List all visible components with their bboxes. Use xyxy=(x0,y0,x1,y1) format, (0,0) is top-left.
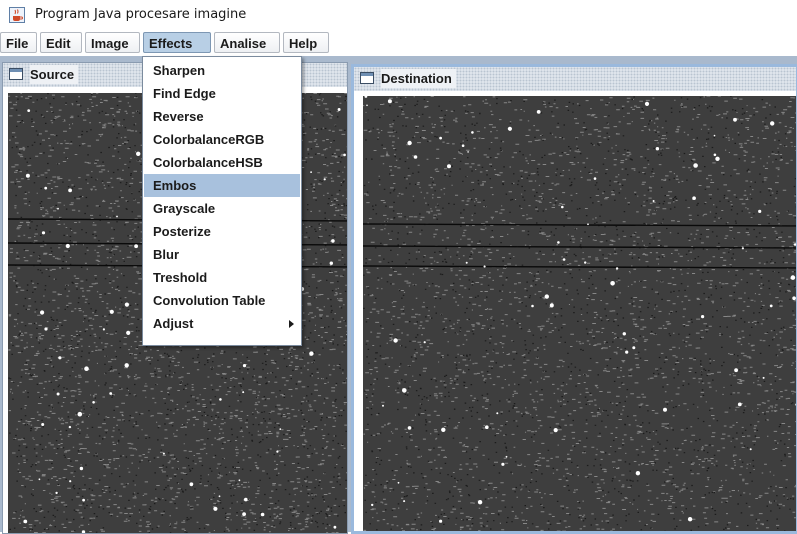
java-cup-icon xyxy=(9,7,25,23)
menu-bar: File Edit Image Effects Analise Help xyxy=(0,30,797,56)
menu-effects[interactable]: Effects xyxy=(143,32,211,53)
menu-item-colorbalance-hsb[interactable]: ColorbalanceHSB xyxy=(144,151,300,174)
destination-image-area xyxy=(354,91,796,531)
menu-item-grayscale[interactable]: Grayscale xyxy=(144,197,300,220)
window-icon xyxy=(360,72,374,84)
destination-frame-title-bar[interactable]: Destination xyxy=(354,67,796,91)
window-icon xyxy=(9,68,23,80)
menu-item-blur[interactable]: Blur xyxy=(144,243,300,266)
destination-frame[interactable]: Destination xyxy=(351,64,797,534)
title-bar: Program Java procesare imagine xyxy=(0,0,797,30)
menu-edit[interactable]: Edit xyxy=(40,32,82,53)
menu-item-treshold[interactable]: Treshold xyxy=(144,266,300,289)
menu-item-adjust-label: Adjust xyxy=(153,316,194,331)
menu-item-find-edge[interactable]: Find Edge xyxy=(144,82,300,105)
source-frame-title: Source xyxy=(30,65,79,84)
menu-item-colorbalance-rgb[interactable]: ColorbalanceRGB xyxy=(144,128,300,151)
effects-menu: Sharpen Find Edge Reverse ColorbalanceRG… xyxy=(142,56,302,346)
desktop-pane: Source Destination xyxy=(0,56,797,534)
menu-item-reverse[interactable]: Reverse xyxy=(144,105,300,128)
menu-item-posterize[interactable]: Posterize xyxy=(144,220,300,243)
destination-frame-title: Destination xyxy=(381,69,456,88)
menu-analise[interactable]: Analise xyxy=(214,32,280,53)
chevron-right-icon xyxy=(289,320,294,328)
window-title: Program Java procesare imagine xyxy=(35,7,247,22)
menu-file[interactable]: File xyxy=(0,32,37,53)
menu-item-embos[interactable]: Embos xyxy=(144,174,300,197)
menu-image[interactable]: Image xyxy=(85,32,140,53)
noise-texture xyxy=(363,96,796,531)
destination-image xyxy=(363,96,796,531)
menu-item-sharpen[interactable]: Sharpen xyxy=(144,59,300,82)
menu-item-convolution-table[interactable]: Convolution Table xyxy=(144,289,300,312)
menu-help[interactable]: Help xyxy=(283,32,329,53)
menu-item-adjust[interactable]: Adjust xyxy=(144,312,300,335)
